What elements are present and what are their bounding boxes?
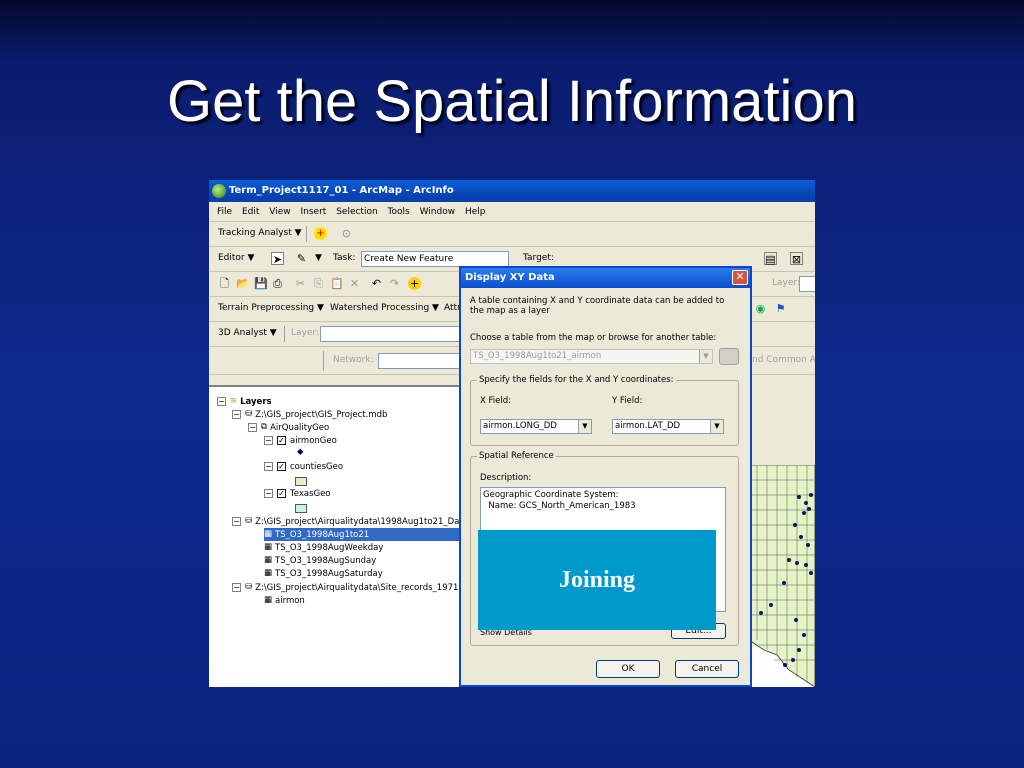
table-icon: ▦ <box>264 568 273 578</box>
dialog-intro: A table containing X and Y coordinate da… <box>470 296 725 316</box>
globe-icon[interactable]: ◉ <box>754 302 767 315</box>
sketch-pencil-icon[interactable]: ✎ <box>295 252 308 265</box>
menu-view[interactable]: View <box>269 207 290 217</box>
table-icon: ▦ <box>264 529 273 539</box>
cancel-button[interactable]: Cancel <box>675 660 739 678</box>
layer-checkbox[interactable]: ✓ <box>277 489 286 498</box>
y-field-label: Y Field: <box>612 396 643 406</box>
task-dropdown[interactable]: Create New Feature <box>361 251 509 267</box>
y-field-dropdown[interactable]: airmon.LAT_DD ▼ <box>612 419 724 434</box>
open-icon[interactable]: 📂 <box>236 277 250 290</box>
slide-title: Get the Spatial Information <box>167 69 857 134</box>
copy-icon[interactable]: ⎘ <box>312 277 325 290</box>
tracking-analyst-toolbar: Tracking Analyst ▼ + ⊙ <box>209 222 815 247</box>
browse-button[interactable] <box>719 348 739 365</box>
tracking-analyst-menu[interactable]: Tracking Analyst ▼ <box>218 228 302 238</box>
attributes-icon[interactable]: ▤ <box>764 252 777 266</box>
right-layer-dropdown[interactable] <box>799 276 815 292</box>
terrain-preprocessing-menu[interactable]: Terrain Preprocessing ▼ <box>218 303 324 313</box>
menu-insert[interactable]: Insert <box>300 207 326 217</box>
arcmap-globe-icon <box>212 184 226 198</box>
redo-icon[interactable]: ↷ <box>388 277 401 290</box>
polygon-symbol-icon <box>295 477 307 486</box>
toc-item[interactable]: − ⛁ Z:\GIS_project\Airqualitydata\1998Aug1… <box>232 515 459 528</box>
toc-item-selected[interactable]: ▦ TS_O3_1998Aug1to21 <box>264 528 464 541</box>
delete-icon[interactable]: ✕ <box>348 277 361 290</box>
table-icon: ▦ <box>264 595 273 605</box>
arcmap-screenshot: Term_Project1117_01 - ArcMap - ArcInfo F… <box>209 180 815 687</box>
toc-item[interactable]: ▦ TS_O3_1998AugSunday <box>264 554 376 567</box>
table-icon: ▦ <box>264 542 273 552</box>
layer-checkbox[interactable]: ✓ <box>277 436 286 445</box>
3d-analyst-menu[interactable]: 3D Analyst ▼ <box>218 328 277 338</box>
toc-item[interactable]: ▦ TS_O3_1998AugWeekday <box>264 541 383 554</box>
toc-item[interactable]: ▦ airmon <box>264 594 305 607</box>
fields-group: Specify the fields for the X and Y coord… <box>470 375 739 446</box>
3d-layer-label: Layer: <box>291 328 319 338</box>
save-icon[interactable]: 💾 <box>254 277 268 290</box>
toc-item[interactable]: − ⛁ Z:\GIS_project\GIS_Project.mdb <box>232 408 387 421</box>
menu-window[interactable]: Window <box>420 207 456 217</box>
choose-table-label: Choose a table from the map or browse fo… <box>470 333 717 343</box>
x-field-label: X Field: <box>480 396 512 406</box>
map-display[interactable] <box>749 465 815 687</box>
menu-help[interactable]: Help <box>465 207 486 217</box>
menu-tools[interactable]: Tools <box>388 207 410 217</box>
menu-selection[interactable]: Selection <box>336 207 377 217</box>
cut-icon[interactable]: ✂ <box>294 277 307 290</box>
menu-edit[interactable]: Edit <box>242 207 259 217</box>
common-area-label: nd Common Ar <box>752 355 815 365</box>
print-icon[interactable]: ⎙ <box>271 277 284 290</box>
database-icon: ⛁ <box>245 409 253 419</box>
layer-checkbox[interactable]: ✓ <box>277 462 286 471</box>
dialog-title: Display XY Data <box>465 272 555 283</box>
new-document-icon[interactable]: 🗋 <box>218 277 231 290</box>
table-icon: ▦ <box>264 555 273 565</box>
table-of-contents: − ≋ Layers − ⛁ Z:\GIS_project\GIS_Project.md… <box>209 385 464 687</box>
toc-item[interactable]: − ⧉ AirQualityGeo <box>248 421 329 434</box>
toc-layers-root[interactable]: − ≋ Layers <box>217 395 272 408</box>
task-label: Task: <box>333 253 356 263</box>
toc-item[interactable]: − ✓ countiesGeo <box>264 461 343 474</box>
layers-icon: ≋ <box>230 396 238 406</box>
window-title: Term_Project1117_01 - ArcMap - ArcInfo <box>229 185 454 196</box>
undo-icon[interactable]: ↶ <box>370 277 383 290</box>
network-dropdown[interactable] <box>378 353 460 369</box>
texas-counties-map <box>749 465 815 687</box>
toc-item[interactable]: ▦ TS_O3_1998AugSaturday <box>264 567 383 580</box>
polygon-symbol-icon <box>295 504 307 513</box>
network-label: Network: <box>333 355 374 365</box>
feature-dataset-icon: ⧉ <box>261 422 268 432</box>
toc-item[interactable]: − ✓ TexasGeo <box>264 488 331 501</box>
ok-button[interactable]: OK <box>596 660 660 678</box>
joining-overlay: Joining <box>478 530 716 630</box>
toc-item[interactable]: − ⛁ Z:\GIS_project\Airqualitydata\Site_rec… <box>232 581 458 594</box>
sketch-properties-icon[interactable]: ⊠ <box>790 252 803 266</box>
table-dropdown[interactable]: TS_O3_1998Aug1to21_airmon ▼ <box>470 349 713 364</box>
dialog-titlebar: Display XY Data ✕ <box>461 268 750 288</box>
menu-bar: File Edit View Insert Selection Tools Wi… <box>209 202 815 222</box>
database-icon: ⛁ <box>245 582 253 592</box>
description-label: Description: <box>480 473 532 483</box>
menu-file[interactable]: File <box>217 207 232 217</box>
target-label: Target: <box>523 253 554 263</box>
point-symbol-icon: ◆ <box>297 447 304 457</box>
add-data-icon[interactable]: + <box>408 277 421 290</box>
window-titlebar: Term_Project1117_01 - ArcMap - ArcInfo <box>209 180 815 202</box>
flag-icon[interactable]: ⚑ <box>774 302 787 315</box>
playback-icon[interactable]: ⊙ <box>340 227 353 240</box>
editor-menu[interactable]: Editor ▼ <box>218 253 254 263</box>
watershed-processing-menu[interactable]: Watershed Processing ▼ <box>330 303 439 313</box>
database-icon: ⛁ <box>245 516 253 526</box>
add-temporal-data-icon[interactable]: + <box>314 227 327 240</box>
edit-pointer-icon[interactable]: ➤ <box>271 252 284 266</box>
paste-icon[interactable]: 📋 <box>330 277 344 290</box>
x-field-dropdown[interactable]: airmon.LONG_DD ▼ <box>480 419 592 434</box>
right-layer-label: Layer: <box>772 278 800 288</box>
close-icon[interactable]: ✕ <box>732 270 748 285</box>
3d-layer-dropdown[interactable] <box>320 326 460 342</box>
